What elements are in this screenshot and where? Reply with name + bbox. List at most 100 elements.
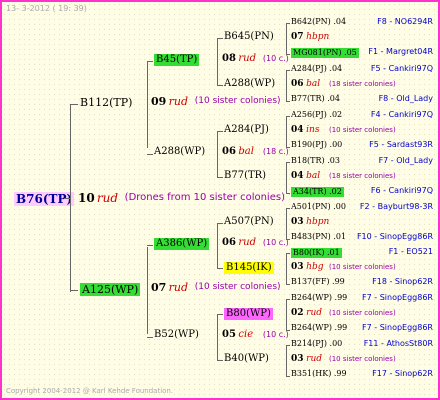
gen4-row1-descent-0: F8 - NO6294R: [377, 17, 433, 26]
gen4-row1-descent-1: F5 - Cankiri97Q: [370, 64, 433, 73]
gen4-middle-0-num: 07: [291, 32, 304, 42]
gen4-hline: [286, 330, 290, 331]
gen1-vline: [147, 247, 148, 334]
gen4-row1-5: B80(IK) .01: [291, 248, 342, 258]
gen2-hline: [147, 61, 153, 62]
gen3-vline: [286, 70, 287, 101]
gen2-label-3: B52(WP): [154, 329, 199, 340]
gen3-label-7: B40(WP): [224, 353, 269, 364]
gen2-vline: [217, 315, 218, 361]
gen4-row2-0: MG081(PN) .05: [291, 48, 359, 58]
gen3-label-4: A507(PN): [224, 216, 274, 227]
gen2-label-2: A386(WP): [154, 238, 210, 250]
root-middle-race: rud: [96, 191, 119, 205]
gen3-label-5: B145(IK): [224, 262, 274, 274]
gen2-middle-2-race: rud: [238, 237, 257, 248]
gen4-middle-4-race: hbpn: [306, 217, 330, 227]
gen2-middle-3-num: 05: [222, 329, 236, 340]
gen4-row2-2: B190(PJ) .00: [291, 140, 343, 149]
gen4-hline: [286, 162, 290, 163]
gen3-vline: [286, 23, 287, 54]
gen4-middle-6-num: 02: [291, 308, 304, 318]
gen4-row1-descent-6: F7 - SinopEgg86R: [362, 293, 433, 302]
gen1-hline: [70, 104, 78, 105]
gen4-middle-5-note: (10 sister colonies): [329, 263, 396, 271]
gen4-middle-4-num: 03: [291, 217, 304, 227]
gen4-row2-4: B483(PN) .01: [291, 232, 347, 241]
root-vline: [70, 104, 71, 292]
gen3-label-0: B645(PN): [224, 31, 274, 42]
gen4-middle-1-num: 06: [291, 79, 304, 89]
gen3-vline: [286, 116, 287, 147]
gen2-hline: [147, 337, 153, 338]
gen3-vline: [286, 345, 287, 376]
gen4-middle-7-race: rud: [306, 354, 323, 364]
gen4-row1-6: B264(WP) .99: [291, 293, 348, 302]
gen4-middle-1-note: (18 sister colonies): [329, 80, 396, 88]
gen4-row1-0: B642(PN) .04: [291, 17, 347, 26]
copyright-footer: Copyright 2004-2012 @ Karl Kehde Foundat…: [6, 387, 174, 395]
gen4-middle-1-race: bal: [306, 79, 321, 89]
gen4-middle-0-race: hbpn: [306, 32, 330, 42]
gen4-middle-2-note: (10 sister colonies): [329, 126, 396, 134]
gen4-hline: [286, 345, 290, 346]
gen4-row2-7: B351(HK) .99: [291, 369, 347, 378]
gen4-middle-3-num: 04: [291, 171, 304, 181]
gen4-row2-descent-6: F7 - SinopEgg86R: [362, 323, 433, 332]
gen3-label-3: B77(TR): [224, 170, 267, 181]
gen4-hline: [286, 239, 290, 240]
gen1-hline: [70, 290, 78, 291]
gen2-hline: [147, 154, 153, 155]
root-middle-num: 10: [78, 191, 95, 205]
gen2-middle-2-num: 06: [222, 237, 236, 248]
gen4-hline: [286, 299, 290, 300]
gen4-hline: [286, 376, 290, 377]
gen1-middle-0-note: (10 sister colonies): [194, 96, 281, 106]
gen3-vline: [286, 208, 287, 239]
gen1-vline: [147, 61, 148, 148]
gen4-hline: [286, 208, 290, 209]
gen2-middle-3-note: (10 c.): [262, 330, 289, 339]
root-hline: [64, 198, 70, 199]
gen4-row1-4: A501(PN) .00: [291, 202, 346, 211]
gen4-middle-7-num: 03: [291, 354, 304, 364]
gen4-row1-descent-4: F2 - Bayburt98-3R: [359, 202, 433, 211]
gen1-middle-1-race: rud: [168, 281, 189, 294]
gen3-label-2: A284(PJ): [224, 124, 269, 135]
gen4-middle-6-note: (10 sister colonies): [329, 309, 396, 317]
gen4-row2-descent-2: F5 - Sardast93R: [369, 140, 433, 149]
gen1-middle-0-race: rud: [168, 95, 189, 108]
gen2-middle-3-race: cie: [238, 329, 254, 340]
date-stamp: 13- 3-2012 ( 19: 39): [6, 4, 87, 13]
gen4-row2-descent-5: F18 - Sinop62R: [372, 277, 433, 286]
gen3-hline: [217, 131, 223, 132]
gen2-vline: [217, 39, 218, 85]
gen4-middle-2-num: 04: [291, 125, 304, 135]
gen4-hline: [286, 253, 290, 254]
gen4-hline: [286, 23, 290, 24]
gen3-hline: [217, 38, 223, 39]
gen2-label-1: A288(WP): [154, 146, 206, 157]
gen2-middle-1-note: (18 c.): [262, 147, 289, 156]
gen4-row1-3: B18(TR) .03: [291, 156, 340, 165]
gen4-row1-descent-2: F4 - Cankiri97Q: [370, 110, 433, 119]
gen2-vline: [217, 132, 218, 178]
gen4-hline: [286, 70, 290, 71]
gen4-row1-descent-5: F1 - EO521: [388, 247, 433, 256]
gen4-row2-descent-7: F17 - Sinop62R: [372, 369, 433, 378]
gen4-row1-7: B214(PJ) .00: [291, 339, 343, 348]
gen4-middle-3-race: bal: [306, 171, 321, 181]
gen3-hline: [217, 268, 223, 269]
gen1-label-0: B112(TP): [80, 96, 133, 109]
gen4-row2-descent-1: F8 - Old_Lady: [378, 94, 433, 103]
gen4-row1-1: A284(PJ) .04: [291, 64, 343, 73]
gen4-middle-5-race: hbg: [306, 262, 324, 272]
gen2-middle-0-num: 08: [222, 53, 236, 64]
gen1-middle-1-num: 07: [151, 281, 167, 294]
root-middle-note: (Drones from 10 sister colonies): [124, 192, 285, 203]
gen4-hline: [286, 116, 290, 117]
gen3-hline: [217, 85, 223, 86]
gen1-label-1: A125(WP): [80, 283, 141, 296]
gen2-middle-1-race: bal: [238, 146, 254, 157]
gen4-middle-7-note: (10 sister colonies): [329, 355, 396, 363]
